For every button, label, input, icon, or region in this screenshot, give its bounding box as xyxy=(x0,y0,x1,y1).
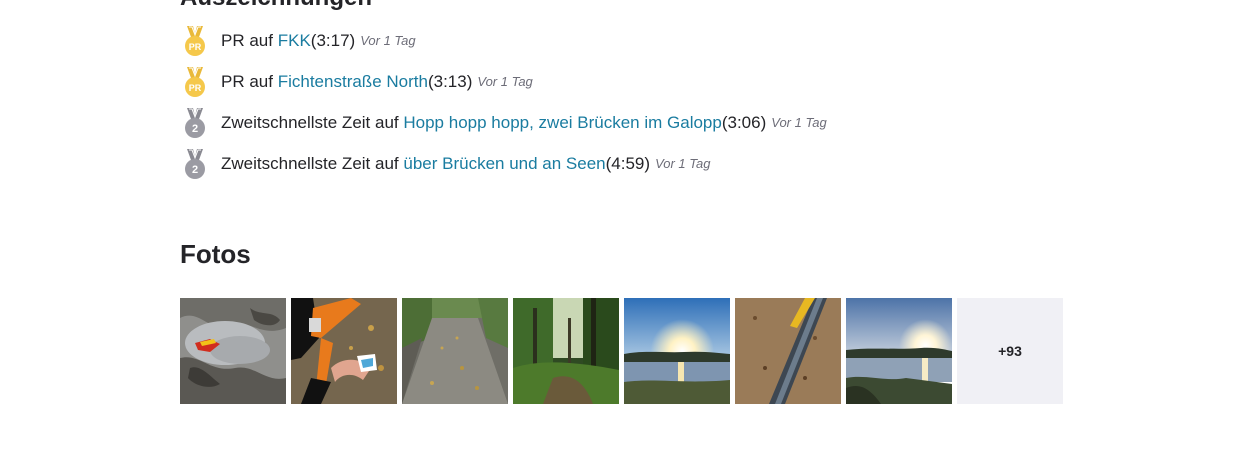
second-place-medal-icon: 2 xyxy=(180,147,210,181)
photo-thumbnail[interactable] xyxy=(513,298,619,404)
photo-thumbnail[interactable] xyxy=(402,298,508,404)
photo-thumbnail[interactable] xyxy=(624,298,730,404)
photo-thumbnail[interactable] xyxy=(291,298,397,404)
segment-link-fichtenstrasse-north[interactable]: Fichtenstraße North xyxy=(278,72,428,92)
achievement-timestamp: Vor 1 Tag xyxy=(360,33,416,48)
medal-label: 2 xyxy=(192,164,198,176)
medal-label: PR xyxy=(189,83,202,93)
segment-link-hopp-hopp-hopp[interactable]: Hopp hopp hopp, zwei Brücken im Galopp xyxy=(403,113,721,133)
photo-thumbnail[interactable] xyxy=(735,298,841,404)
achievement-timestamp: Vor 1 Tag xyxy=(477,74,533,89)
more-photos-button[interactable]: +93 xyxy=(957,298,1063,404)
photos-title: Fotos xyxy=(180,239,251,269)
photo-thumbnail[interactable] xyxy=(180,298,286,404)
achievement-item: PR PR auf FKK (3:17) Vor 1 Tag xyxy=(180,20,827,61)
achievement-timestamp: Vor 1 Tag xyxy=(655,156,711,171)
achievement-item: 2 Zweitschnellste Zeit auf über Brücken … xyxy=(180,143,827,184)
achievement-prefix: PR auf xyxy=(221,30,273,50)
segment-link-fkk[interactable]: FKK xyxy=(278,31,311,51)
achievement-prefix: PR auf xyxy=(221,71,273,91)
achievement-prefix: Zweitschnellste Zeit auf xyxy=(221,112,399,132)
medal-label: 2 xyxy=(192,123,198,135)
photo-thumbnail[interactable] xyxy=(846,298,952,404)
achievement-prefix: Zweitschnellste Zeit auf xyxy=(221,153,399,173)
achievements-list: PR PR auf FKK (3:17) Vor 1 Tag PR PR auf… xyxy=(180,20,827,184)
achievement-time: (4:59) xyxy=(605,153,651,173)
activity-page: Auszeichnungen PR PR auf FKK (3:17) Vor … xyxy=(0,0,1242,472)
segment-link-ueber-bruecken-und-an-seen[interactable]: über Brücken und an Seen xyxy=(403,154,605,174)
achievements-title: Auszeichnungen xyxy=(180,0,372,10)
achievement-item: 2 Zweitschnellste Zeit auf Hopp hopp hop… xyxy=(180,102,827,143)
photo-gallery: +93 xyxy=(180,298,1063,404)
achievement-time: (3:13) xyxy=(427,71,473,91)
medal-label: PR xyxy=(189,42,202,52)
achievement-item: PR PR auf Fichtenstraße North (3:13) Vor… xyxy=(180,61,827,102)
achievement-time: (3:06) xyxy=(721,112,767,132)
pr-medal-icon: PR xyxy=(180,65,210,99)
pr-medal-icon: PR xyxy=(180,24,210,58)
achievement-timestamp: Vor 1 Tag xyxy=(771,115,827,130)
achievement-time: (3:17) xyxy=(310,30,356,50)
second-place-medal-icon: 2 xyxy=(180,106,210,140)
